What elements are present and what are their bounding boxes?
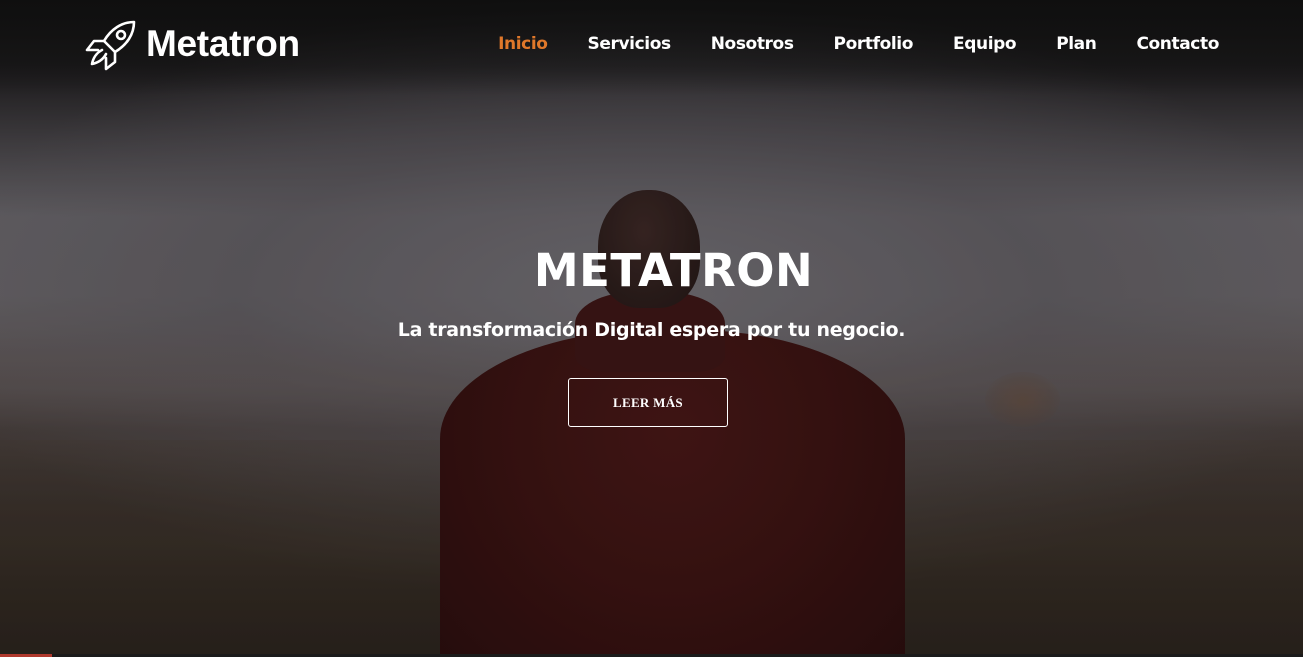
hero-subtitle: La transformación Digital espera por tu … [397, 319, 906, 341]
nav-item-equipo[interactable]: Equipo [953, 34, 1017, 54]
read-more-button[interactable]: LEER MÁS [568, 378, 728, 427]
nav-item-inicio[interactable]: Inicio [498, 34, 548, 54]
nav-item-nosotros[interactable]: Nosotros [711, 34, 794, 54]
brand-logo-link[interactable]: Metatron [82, 17, 300, 75]
rocket-icon [85, 20, 136, 71]
nav-item-plan[interactable]: Plan [1056, 34, 1097, 54]
hero-section: Metatron Inicio Servicios Nosotros Portf… [0, 0, 1303, 657]
hero-title: METATRON [533, 244, 814, 297]
brand-name: Metatron [146, 23, 300, 64]
nav-item-contacto[interactable]: Contacto [1136, 34, 1219, 54]
navbar: Metatron Inicio Servicios Nosotros Portf… [0, 0, 1303, 95]
nav-item-portfolio[interactable]: Portfolio [834, 34, 914, 54]
nav-item-servicios[interactable]: Servicios [588, 34, 672, 54]
main-nav: Inicio Servicios Nosotros Portfolio Equi… [458, 34, 1219, 54]
